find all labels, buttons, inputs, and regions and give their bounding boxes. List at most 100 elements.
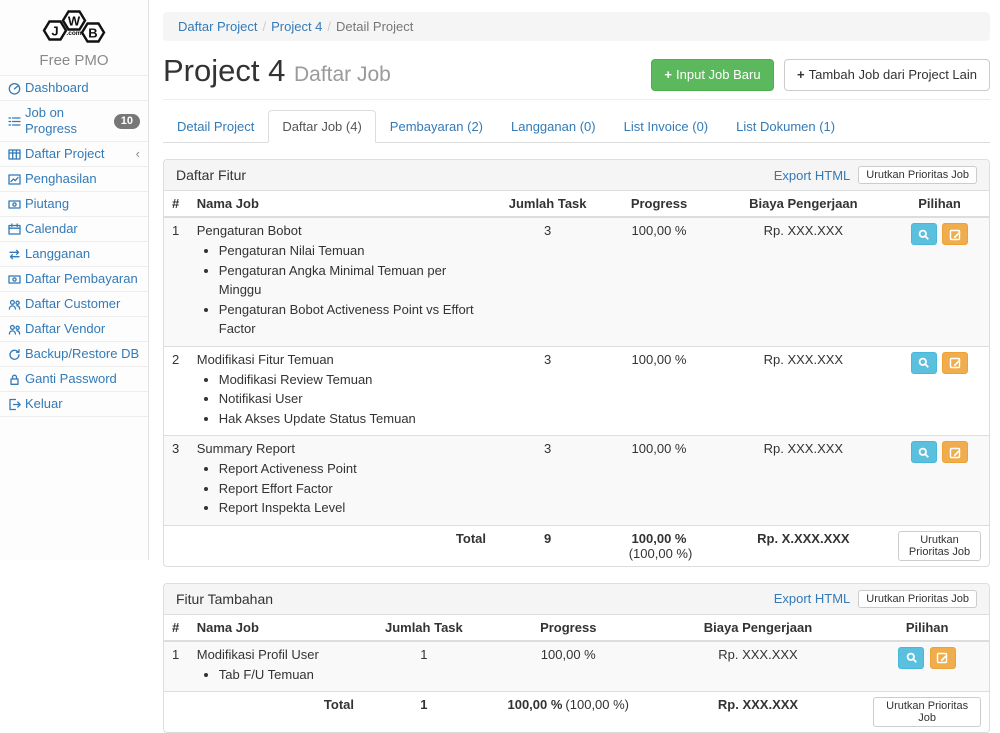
sidebar-item-dashboard[interactable]: Dashboard (0, 76, 148, 100)
job-name-cell: Modifikasi Fitur Temuan Modifikasi Revie… (189, 346, 494, 436)
breadcrumb-current: Detail Project (336, 19, 413, 34)
total-row: Total 9 100,00 %(100,00 %) Rp. X.XXX.XXX… (164, 525, 989, 566)
sidebar-item-daftar-project[interactable]: Daftar Project ‹ (0, 142, 148, 166)
row-actions (890, 217, 989, 346)
task-count: 3 (494, 436, 601, 526)
total-progress: 100,00 %(100,00 %) (486, 692, 651, 733)
daftar-fitur-table: # Nama Job Jumlah Task Progress Biaya Pe… (164, 191, 989, 566)
subtask-item: Report Activeness Point (219, 459, 486, 479)
page-header: Project 4 Daftar Job +Input Job Baru +Ta… (163, 41, 990, 100)
tambah-job-dari-project-lain-button[interactable]: +Tambah Job dari Project Lain (784, 59, 990, 91)
logo-letter-w: W (68, 14, 81, 29)
total-tasks: 1 (362, 692, 486, 733)
sidebar-item-penghasilan[interactable]: Penghasilan (0, 167, 148, 191)
breadcrumb-project-4[interactable]: Project 4 (271, 19, 322, 34)
subtask-item: Pengaturan Nilai Temuan (219, 241, 486, 261)
export-html-link[interactable]: Export HTML (774, 168, 851, 183)
urutkan-prioritas-job-button[interactable]: Urutkan Prioritas Job (858, 166, 977, 184)
sidebar-item-job-on-progress[interactable]: Job on Progress 10 (0, 101, 148, 141)
sidebar-item-ganti-password[interactable]: Ganti Password (0, 367, 148, 391)
plus-icon: + (664, 67, 672, 82)
edit-job-button[interactable] (942, 223, 968, 245)
cost-value: Rp. XXX.XXX (717, 217, 890, 346)
input-job-baru-button[interactable]: +Input Job Baru (651, 59, 773, 91)
job-name-cell: Pengaturan Bobot Pengaturan Nilai Temuan… (189, 217, 494, 346)
task-count: 1 (362, 641, 486, 692)
sign-out-icon (8, 398, 25, 411)
view-job-button[interactable] (911, 223, 937, 245)
jwb-logo-icon: J W B .com (38, 8, 110, 50)
sidebar-item-backup-restore-db[interactable]: Backup/Restore DB (0, 342, 148, 366)
refresh-icon (8, 348, 25, 361)
urutkan-prioritas-job-button[interactable]: Urutkan Prioritas Job (898, 531, 981, 561)
app-logo: J W B .com Free PMO (0, 0, 148, 75)
progress-value: 100,00 % (601, 217, 717, 346)
edit-job-button[interactable] (942, 441, 968, 463)
table-icon (8, 148, 25, 161)
sidebar-item-langganan[interactable]: Langganan (0, 242, 148, 266)
project-tabs: Detail Project Daftar Job (4) Pembayaran… (163, 110, 990, 143)
tab-detail-project[interactable]: Detail Project (163, 110, 268, 143)
line-chart-icon (8, 173, 25, 186)
sidebar-item-daftar-vendor[interactable]: Daftar Vendor (0, 317, 148, 341)
users-icon (8, 323, 25, 336)
panel-fitur-tambahan: Fitur Tambahan Export HTML Urutkan Prior… (163, 583, 990, 733)
edit-job-button[interactable] (942, 352, 968, 374)
view-job-button[interactable] (911, 441, 937, 463)
tab-langganan[interactable]: Langganan (0) (497, 110, 610, 143)
export-html-link[interactable]: Export HTML (774, 591, 851, 606)
edit-job-button[interactable] (930, 647, 956, 669)
total-cost: Rp. XXX.XXX (651, 692, 866, 733)
logo-letter-b: B (88, 26, 97, 41)
plus-icon: + (797, 67, 805, 82)
sidebar-item-daftar-customer[interactable]: Daftar Customer (0, 292, 148, 316)
table-header-row: # Nama Job Jumlah Task Progress Biaya Pe… (164, 191, 989, 217)
list-icon (8, 115, 25, 128)
sidebar-item-piutang[interactable]: Piutang (0, 192, 148, 216)
panel-title: Fitur Tambahan (176, 591, 273, 607)
sidebar-item-daftar-pembayaran[interactable]: Daftar Pembayaran (0, 267, 148, 291)
money-icon (8, 273, 25, 286)
cost-value: Rp. XXX.XXX (717, 346, 890, 436)
breadcrumb-separator: / (257, 19, 271, 34)
sidebar-item-calendar[interactable]: Calendar (0, 217, 148, 241)
subtask-list: Pengaturan Nilai Temuan Pengaturan Angka… (219, 241, 486, 339)
urutkan-prioritas-job-button[interactable]: Urutkan Prioritas Job (858, 590, 977, 608)
tab-list-invoice[interactable]: List Invoice (0) (610, 110, 723, 143)
job-count-badge: 10 (114, 114, 140, 129)
tab-list-dokumen[interactable]: List Dokumen (1) (722, 110, 849, 143)
fitur-tambahan-table: # Nama Job Jumlah Task Progress Biaya Pe… (164, 615, 989, 733)
urutkan-prioritas-job-button[interactable]: Urutkan Prioritas Job (873, 697, 981, 727)
tab-pembayaran[interactable]: Pembayaran (2) (376, 110, 497, 143)
row-actions (890, 436, 989, 526)
breadcrumb-daftar-project[interactable]: Daftar Project (178, 19, 257, 34)
subtask-item: Tab F/U Temuan (219, 665, 354, 685)
sidebar-item-keluar[interactable]: Keluar (0, 392, 148, 416)
total-tasks: 9 (494, 525, 601, 566)
subtask-item: Report Effort Factor (219, 479, 486, 499)
subtask-item: Hak Akses Update Status Temuan (219, 409, 486, 429)
logo-com-text: .com (66, 30, 81, 37)
total-label: Total (189, 692, 362, 733)
view-job-button[interactable] (911, 352, 937, 374)
breadcrumb-separator: / (322, 19, 336, 34)
logo-letter-j: J (51, 24, 58, 39)
brand-name: Free PMO (0, 52, 148, 69)
cost-value: Rp. XXX.XXX (717, 436, 890, 526)
subtask-item: Notifikasi User (219, 389, 486, 409)
view-job-button[interactable] (898, 647, 924, 669)
subtask-item: Pengaturan Bobot Activeness Point vs Eff… (219, 300, 486, 339)
chevron-left-icon: ‹ (136, 146, 140, 162)
total-cost: Rp. X.XXX.XXX (717, 525, 890, 566)
task-count: 3 (494, 217, 601, 346)
sidebar: J W B .com Free PMO Dashboard Job on Pro… (0, 0, 149, 560)
cost-value: Rp. XXX.XXX (651, 641, 866, 692)
breadcrumb: Daftar Project/Project 4/Detail Project (163, 12, 990, 41)
tab-daftar-job[interactable]: Daftar Job (4) (268, 110, 375, 143)
panel-daftar-fitur: Daftar Fitur Export HTML Urutkan Priorit… (163, 159, 990, 567)
subtask-item: Report Inspekta Level (219, 498, 486, 518)
subtask-item: Modifikasi Review Temuan (219, 370, 486, 390)
main-content: Daftar Project/Project 4/Detail Project … (163, 0, 990, 733)
lock-icon (8, 373, 25, 386)
header-buttons: +Input Job Baru +Tambah Job dari Project… (651, 59, 990, 91)
